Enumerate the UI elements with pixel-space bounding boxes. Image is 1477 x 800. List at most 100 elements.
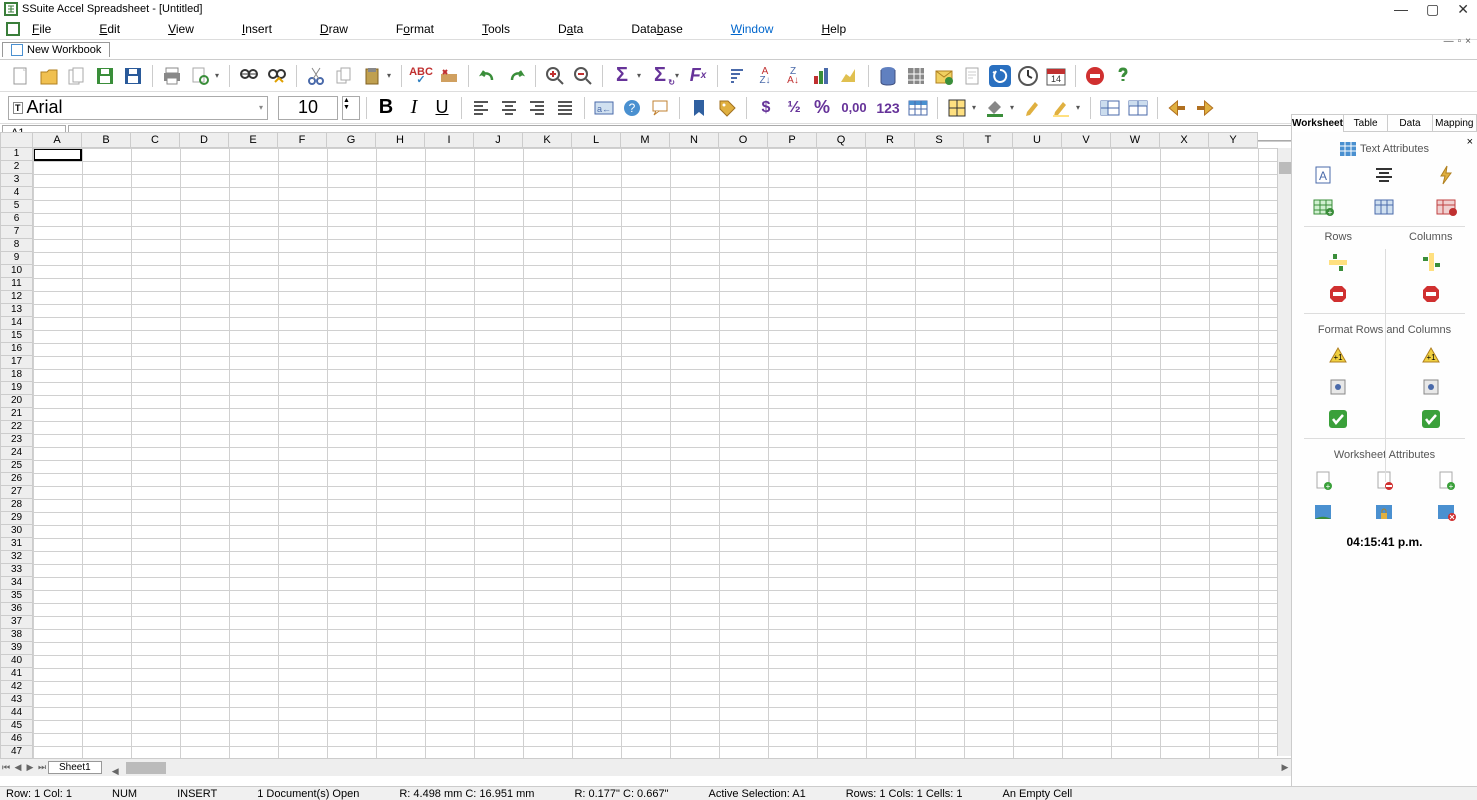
recalc-dropdown[interactable]: ▾ xyxy=(675,71,683,80)
row-header[interactable]: 38 xyxy=(0,629,33,642)
sigma-recalc-icon[interactable]: Σ↻ xyxy=(647,63,673,89)
row-header[interactable]: 19 xyxy=(0,382,33,395)
row-header[interactable]: 11 xyxy=(0,278,33,291)
panel-close-icon[interactable]: × xyxy=(1467,136,1473,148)
delete-sheet-icon[interactable] xyxy=(1433,499,1459,525)
borders-dropdown[interactable]: ▾ xyxy=(972,103,980,112)
menu-view[interactable]: View xyxy=(168,22,194,36)
row-header[interactable]: 46 xyxy=(0,733,33,746)
row-header[interactable]: 4 xyxy=(0,187,33,200)
sheet-color-icon[interactable] xyxy=(1310,499,1336,525)
clear-format-icon[interactable] xyxy=(436,63,462,89)
alignment-icon[interactable] xyxy=(1371,162,1397,188)
row-header[interactable]: 21 xyxy=(0,408,33,421)
vertical-scrollbar[interactable] xyxy=(1277,148,1291,756)
column-header[interactable]: Y xyxy=(1209,132,1258,148)
column-header[interactable]: V xyxy=(1062,132,1111,148)
zoom-in-icon[interactable] xyxy=(542,63,568,89)
lightning-icon[interactable] xyxy=(1433,162,1459,188)
align-center-icon[interactable] xyxy=(496,95,522,121)
column-header[interactable]: D xyxy=(180,132,229,148)
nav-back-icon[interactable] xyxy=(1164,95,1190,121)
row-header[interactable]: 2 xyxy=(0,161,33,174)
menu-format[interactable]: Format xyxy=(396,22,434,36)
font-size-spinner[interactable]: ▲▼ xyxy=(342,96,360,120)
row-header[interactable]: 31 xyxy=(0,538,33,551)
help-icon[interactable] xyxy=(1110,63,1136,89)
row-header[interactable]: 18 xyxy=(0,369,33,382)
replace-icon[interactable] xyxy=(264,63,290,89)
chevron-down-icon[interactable]: ▾ xyxy=(259,103,263,112)
col-width-icon[interactable] xyxy=(1418,374,1444,400)
column-header[interactable]: S xyxy=(915,132,964,148)
row-header[interactable]: 24 xyxy=(0,447,33,460)
sort-icon[interactable] xyxy=(724,63,750,89)
row-header[interactable]: 39 xyxy=(0,642,33,655)
child-close-button[interactable]: × xyxy=(1465,36,1471,47)
spellcheck-icon[interactable]: ABC✓ xyxy=(408,63,434,89)
align-left-icon[interactable] xyxy=(468,95,494,121)
column-header[interactable]: I xyxy=(425,132,474,148)
row-header[interactable]: 3 xyxy=(0,174,33,187)
highlight2-icon[interactable] xyxy=(1048,95,1074,121)
borders-icon[interactable] xyxy=(944,95,970,121)
workbook-tab[interactable]: New Workbook xyxy=(2,42,110,57)
stop-icon[interactable] xyxy=(1082,63,1108,89)
column-header[interactable]: T xyxy=(964,132,1013,148)
note-icon[interactable] xyxy=(959,63,985,89)
freeze-panes-icon[interactable] xyxy=(1097,95,1123,121)
cut-icon[interactable] xyxy=(303,63,329,89)
refresh-blue-icon[interactable] xyxy=(987,63,1013,89)
add-row-count-icon[interactable]: +1 xyxy=(1325,342,1351,368)
percent-button[interactable]: % xyxy=(809,95,835,121)
row-header[interactable]: 1 xyxy=(0,148,33,161)
hscroll-right[interactable]: ▶ xyxy=(1279,762,1291,773)
row-header[interactable]: 32 xyxy=(0,551,33,564)
database-icon[interactable] xyxy=(875,63,901,89)
column-header[interactable]: M xyxy=(621,132,670,148)
tag-icon[interactable] xyxy=(714,95,740,121)
menu-window[interactable]: Window xyxy=(731,22,774,36)
row-header[interactable]: 13 xyxy=(0,304,33,317)
fill-color-icon[interactable] xyxy=(982,95,1008,121)
help-blue-icon[interactable]: ? xyxy=(619,95,645,121)
row-header[interactable]: 33 xyxy=(0,564,33,577)
sheet-nav-last[interactable]: ⏭ xyxy=(36,762,48,773)
row-header[interactable]: 23 xyxy=(0,434,33,447)
row-header[interactable]: 28 xyxy=(0,499,33,512)
row-height-icon[interactable] xyxy=(1325,374,1351,400)
column-header[interactable]: Q xyxy=(817,132,866,148)
delete-column-icon[interactable] xyxy=(1418,281,1444,307)
minimize-button[interactable]: — xyxy=(1394,1,1408,18)
delete-table-icon[interactable] xyxy=(1433,194,1459,220)
column-header[interactable]: O xyxy=(719,132,768,148)
column-header[interactable]: K xyxy=(523,132,572,148)
row-header[interactable]: 43 xyxy=(0,694,33,707)
align-justify-icon[interactable] xyxy=(552,95,578,121)
paste-dropdown[interactable]: ▾ xyxy=(387,71,395,80)
copy-icon[interactable] xyxy=(331,63,357,89)
bookmark-icon[interactable] xyxy=(686,95,712,121)
delete-row-icon[interactable] xyxy=(1325,281,1351,307)
column-header[interactable]: F xyxy=(278,132,327,148)
row-header[interactable]: 40 xyxy=(0,655,33,668)
row-header[interactable]: 27 xyxy=(0,486,33,499)
align-right-icon[interactable] xyxy=(524,95,550,121)
highlight-dropdown[interactable]: ▾ xyxy=(1076,103,1084,112)
highlight-icon[interactable] xyxy=(1020,95,1046,121)
find-icon[interactable] xyxy=(236,63,262,89)
insert-row-icon[interactable] xyxy=(1325,249,1351,275)
chart-area-icon[interactable] xyxy=(836,63,862,89)
undo-icon[interactable] xyxy=(475,63,501,89)
column-header[interactable]: B xyxy=(82,132,131,148)
clock-icon[interactable] xyxy=(1015,63,1041,89)
calendar-icon[interactable]: 14 xyxy=(1043,63,1069,89)
side-tab-table[interactable]: Table xyxy=(1344,114,1388,132)
row-header[interactable]: 8 xyxy=(0,239,33,252)
row-header[interactable]: 17 xyxy=(0,356,33,369)
save-blue-icon[interactable] xyxy=(120,63,146,89)
insert-table-icon[interactable]: + xyxy=(1310,194,1336,220)
paste-icon[interactable] xyxy=(359,63,385,89)
nav-forward-icon[interactable] xyxy=(1192,95,1218,121)
print-dropdown[interactable]: ▾ xyxy=(215,71,223,80)
